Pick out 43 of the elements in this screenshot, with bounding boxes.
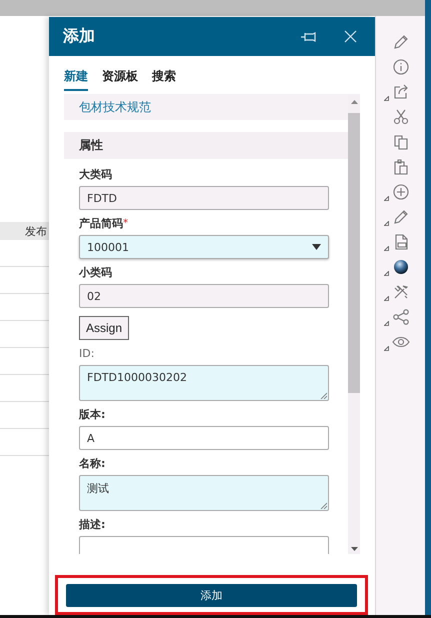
dropdown-field[interactable]: 100001 <box>79 235 329 259</box>
assign-button[interactable]: Assign <box>79 316 130 340</box>
caret-icon <box>312 244 321 250</box>
add-icon[interactable] <box>392 183 410 201</box>
paste-icon[interactable] <box>392 158 410 176</box>
export-icon[interactable] <box>392 83 410 101</box>
field-label: ID: <box>79 347 94 361</box>
type-row[interactable]: 包材技术规范 <box>64 94 348 120</box>
sphere-icon[interactable] <box>392 258 410 276</box>
scissors-icon[interactable] <box>392 108 410 126</box>
share-icon[interactable] <box>392 308 410 326</box>
pin-icon <box>300 30 318 42</box>
scroll-up-icon[interactable] <box>350 100 358 104</box>
text-area[interactable]: FDTD1000030202 <box>79 365 329 401</box>
copy-icon[interactable] <box>392 133 410 151</box>
input-field[interactable]: 02 <box>79 284 329 308</box>
info-icon[interactable] <box>392 58 410 76</box>
resize-grip-icon[interactable] <box>320 392 327 399</box>
tab[interactable]: 搜索 <box>152 68 176 91</box>
section-title: 属性 <box>79 137 103 154</box>
tab[interactable]: 新建 <box>64 68 88 91</box>
close-icon <box>344 30 357 43</box>
pencil-icon[interactable] <box>392 33 410 51</box>
field-label: 版本: <box>79 408 106 422</box>
add-button[interactable]: 添加 <box>66 584 357 607</box>
text-area[interactable]: 测试 <box>79 475 329 511</box>
tab[interactable]: 资源板 <box>102 68 138 91</box>
pencil-icon[interactable] <box>392 208 410 226</box>
input-field[interactable]: FDTD <box>79 186 329 210</box>
field-label: 产品简码 <box>79 217 123 231</box>
tools-icon[interactable] <box>392 283 410 301</box>
column-header[interactable]: 发布 <box>25 224 47 238</box>
field-label: 名称: <box>79 457 106 471</box>
resize-grip-icon[interactable] <box>320 502 327 509</box>
required-mark: * <box>123 218 128 229</box>
field-label: 小类码 <box>79 266 112 280</box>
scrollbar[interactable] <box>348 94 360 554</box>
field-label: 描述: <box>79 518 106 532</box>
dialog-title: 添加 <box>63 26 96 47</box>
input-field[interactable]: A <box>79 426 329 450</box>
type-link[interactable]: 包材技术规范 <box>79 98 151 116</box>
scroll-down-icon[interactable] <box>350 547 358 551</box>
field-label: 大类码 <box>79 168 112 182</box>
